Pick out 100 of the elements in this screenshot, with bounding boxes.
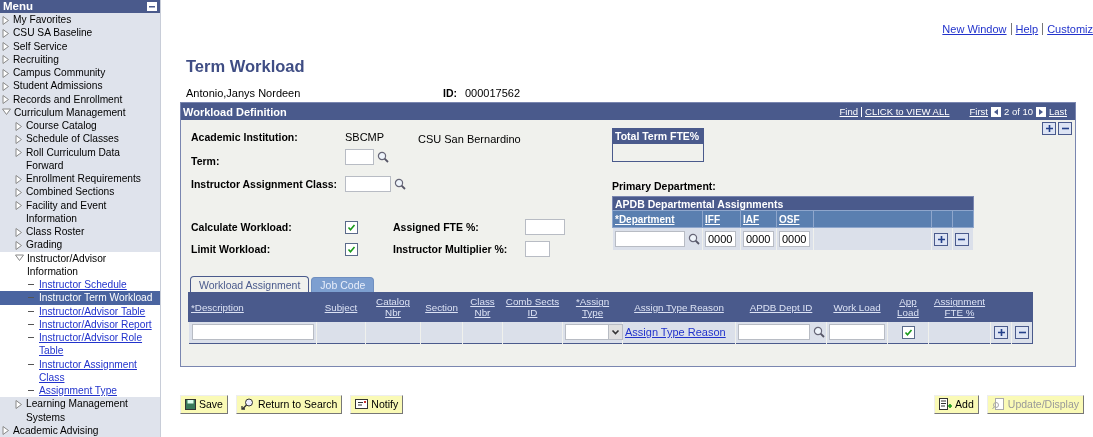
search-icon — [240, 398, 255, 410]
view-all-link[interactable]: CLICK to VIEW ALL — [865, 106, 950, 117]
field-label: Instructor Assignment Class: — [191, 178, 339, 190]
next-icon[interactable] — [1036, 106, 1047, 117]
menu-item[interactable]: Instructor/Advisor Information — [0, 251, 160, 278]
column-header[interactable]: IFF — [702, 210, 741, 228]
menu-item[interactable]: Self Service — [0, 39, 160, 53]
menu-item[interactable]: Combined Sections — [0, 185, 160, 199]
institution-name: CSU San Bernardino — [418, 133, 522, 145]
menu-link[interactable]: Assignment Type — [0, 384, 160, 398]
menu-link[interactable]: Instructor/Advisor Report — [0, 317, 160, 331]
document-search-icon — [991, 398, 1005, 410]
column-header[interactable]: Work Load — [826, 292, 888, 322]
caret-right-icon — [15, 399, 23, 409]
search-button[interactable]: Return to Search — [235, 394, 343, 414]
menu-item[interactable]: Enrollment Requirements — [0, 172, 160, 186]
menu-item[interactable]: Curriculum Management — [0, 105, 160, 119]
factor-field[interactable]: 0000 — [778, 231, 810, 247]
factor-field[interactable]: 0000 — [742, 231, 774, 247]
dash-icon — [28, 323, 34, 325]
check-icon — [347, 244, 356, 254]
department-field[interactable] — [615, 231, 685, 247]
column-header[interactable]: IAF — [740, 210, 777, 228]
column-header[interactable]: *Description — [188, 292, 317, 322]
search-icon[interactable] — [688, 233, 700, 245]
column-header[interactable]: Comb Sects ID — [502, 292, 563, 322]
first-link[interactable]: First — [969, 106, 988, 117]
menu-item[interactable]: My Favorites — [0, 13, 160, 27]
menu-item[interactable]: Records and Enrollment — [0, 92, 160, 106]
column-header[interactable]: APDB Dept ID — [735, 292, 827, 322]
menu-item[interactable]: Learning Management Systems — [0, 397, 160, 424]
add-row-button[interactable] — [994, 325, 1008, 339]
column-header[interactable]: Assign Type Reason — [622, 292, 736, 322]
dash-icon — [28, 284, 34, 285]
column-header[interactable]: Catalog Nbr — [365, 292, 421, 322]
term-field[interactable] — [345, 149, 374, 165]
menu-link[interactable]: Instructor Schedule — [0, 278, 160, 292]
last-link[interactable]: Last — [1049, 106, 1067, 117]
delete-row-button[interactable] — [1015, 325, 1029, 339]
envelope-icon — [355, 399, 369, 409]
notify-button[interactable]: Notify — [350, 394, 404, 414]
checkbox[interactable] — [345, 242, 358, 256]
add-button[interactable]: Add — [934, 394, 979, 414]
menu-item[interactable]: Facility and Event Information — [0, 198, 160, 225]
column-header[interactable]: Class Nbr — [462, 292, 503, 322]
dept-id-field[interactable] — [738, 324, 810, 340]
menu-item[interactable]: Campus Community — [0, 66, 160, 80]
header-link[interactable]: Help — [1015, 23, 1039, 35]
search-icon[interactable] — [394, 178, 406, 190]
assignment-class-field[interactable] — [345, 176, 391, 192]
menu-link[interactable]: Instructor Term Workload — [0, 291, 160, 305]
search-icon[interactable] — [813, 326, 825, 338]
caret-right-icon — [2, 426, 10, 436]
header-link[interactable]: New Window — [942, 23, 1007, 35]
percent-field[interactable] — [525, 219, 565, 235]
delete-row-button[interactable] — [1058, 122, 1072, 135]
factor-field[interactable]: 0000 — [705, 231, 736, 247]
menu-item[interactable]: Recruiting — [0, 52, 160, 66]
panel-title: Workload Definition — [183, 105, 287, 118]
checkbox[interactable] — [901, 325, 915, 339]
menu-item[interactable]: Grading — [0, 238, 160, 252]
menu-item[interactable]: Roll Curriculum Data Forward — [0, 145, 160, 172]
menu-link[interactable]: Instructor/Advisor Role Table — [0, 331, 160, 358]
column-header[interactable]: Assignment FTE % — [928, 292, 991, 322]
primary-department-label: Primary Department: — [612, 180, 717, 192]
plus-icon — [1044, 124, 1054, 133]
add-row-button[interactable] — [1042, 122, 1056, 135]
menu-item[interactable]: Course Catalog — [0, 119, 160, 133]
column-header[interactable]: Section — [420, 292, 463, 322]
percent-field[interactable] — [525, 241, 550, 257]
collapse-icon[interactable] — [147, 2, 157, 11]
find-link[interactable]: Find — [839, 106, 858, 117]
dash-icon — [28, 337, 34, 338]
delete-row-button[interactable] — [954, 232, 969, 246]
column-header[interactable]: OSF — [776, 210, 814, 228]
id-label: ID: — [443, 87, 458, 99]
field-label: Assigned FTE %: — [393, 221, 480, 233]
save-button[interactable]: Save — [180, 394, 228, 414]
dash-icon — [28, 390, 34, 391]
apdb-title: APDB Departmental Assignments — [612, 196, 974, 211]
tab[interactable]: Workload Assignment — [190, 276, 310, 292]
menu-link[interactable]: Instructor Assignment Class — [0, 357, 160, 384]
column-header[interactable]: *Assign Type — [562, 292, 623, 322]
header-link[interactable]: Customiz — [1047, 23, 1093, 35]
add-row-button[interactable] — [934, 232, 948, 246]
menu-link[interactable]: Instructor/Advisor Table — [0, 304, 160, 318]
column-header[interactable]: Subject — [316, 292, 366, 322]
menu-item[interactable]: Student Admissions — [0, 79, 160, 93]
menu-item[interactable]: CSU SA Baseline — [0, 26, 160, 40]
menu-item[interactable]: Class Roster — [0, 225, 160, 239]
column-header[interactable]: *Department — [612, 210, 703, 228]
checkbox[interactable] — [345, 220, 358, 234]
column-header[interactable]: App Load — [887, 292, 929, 322]
menu-item[interactable]: Schedule of Classes — [0, 132, 160, 146]
description-field[interactable] — [191, 324, 314, 340]
previous-icon[interactable] — [990, 106, 1001, 117]
menu-item[interactable]: Academic Advising — [0, 423, 160, 437]
caret-down-icon — [15, 254, 24, 262]
search-icon[interactable] — [377, 151, 389, 163]
work-load-field[interactable] — [829, 324, 885, 340]
